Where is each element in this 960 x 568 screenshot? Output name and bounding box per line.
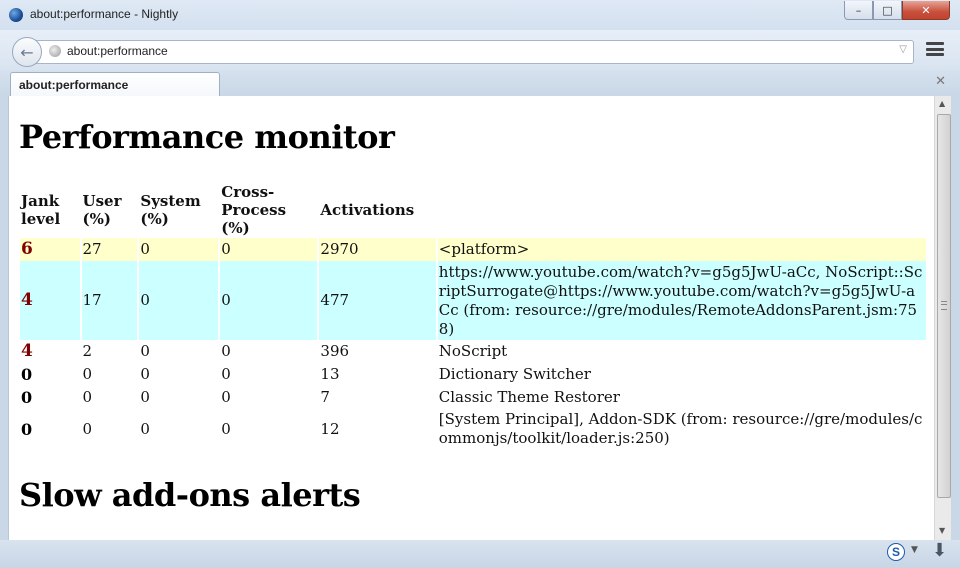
page-icon: [49, 45, 61, 57]
table-row: 4 2 0 0 396 NoScript: [20, 340, 926, 363]
noscript-dropdown-icon[interactable]: ▼: [911, 545, 918, 555]
header-jank: Jank level: [21, 192, 61, 228]
jank-cell: 4: [20, 261, 80, 340]
close-tab-icon[interactable]: ✕: [935, 74, 946, 89]
name-cell: Classic Theme Restorer: [438, 388, 620, 406]
page-title: Performance monitor: [19, 118, 395, 156]
tab-about-performance[interactable]: about:performance: [10, 72, 220, 97]
table-row: 4 17 0 0 477 https://www.youtube.com/wat…: [20, 261, 926, 340]
cross-cell: 0: [221, 365, 231, 383]
user-cell: 0: [82, 419, 93, 438]
cross-cell: 0: [220, 261, 318, 340]
activations-cell: 396: [320, 342, 350, 360]
system-cell: 0: [140, 342, 150, 360]
name-cell: <platform>: [437, 238, 926, 261]
user-cell: 2: [82, 342, 93, 360]
noscript-icon[interactable]: S: [887, 543, 905, 561]
user-cell: 17: [81, 261, 138, 340]
scrollbar-thumb[interactable]: [937, 114, 951, 498]
cross-cell: 0: [221, 419, 231, 438]
activations-cell: 2970: [319, 238, 436, 261]
table-row: 0 0 0 0 13 Dictionary Switcher: [20, 363, 926, 386]
name-cell: [System Principal], Addon-SDK (from: res…: [438, 410, 923, 447]
window-controls: – □ ✕: [844, 1, 950, 20]
alerts-title: Slow add-ons alerts: [19, 476, 361, 514]
system-cell: 0: [140, 419, 150, 438]
activations-cell: 12: [320, 419, 340, 438]
cross-cell: 0: [221, 342, 231, 360]
header-activations: Activations: [320, 201, 415, 219]
tab-label: about:performance: [19, 78, 129, 92]
system-cell: 0: [139, 238, 219, 261]
close-button[interactable]: ✕: [902, 1, 950, 20]
window-title: about:performance - Nightly: [30, 7, 179, 21]
back-arrow-icon: ←: [20, 42, 34, 62]
maximize-button[interactable]: □: [873, 1, 902, 20]
system-cell: 0: [140, 365, 150, 383]
jank-cell: 4: [21, 341, 33, 361]
vertical-scrollbar[interactable]: ▲ ▼: [934, 96, 952, 540]
url-text[interactable]: about:performance: [67, 44, 168, 58]
name-cell: Dictionary Switcher: [438, 365, 591, 383]
cross-cell: 0: [221, 388, 231, 406]
header-user: User (%): [82, 192, 122, 228]
title-bar: about:performance - Nightly – □ ✕: [0, 0, 960, 30]
jank-cell: 6: [20, 238, 80, 261]
nightly-globe-icon: [9, 8, 23, 22]
url-bar[interactable]: about:performance ▽: [34, 40, 914, 64]
header-cross-process: Cross-Process (%): [221, 183, 287, 237]
page-content: Performance monitor Jank level User (%) …: [8, 96, 935, 540]
hamburger-menu-icon[interactable]: [926, 42, 944, 56]
status-bar: S ▼ ⬇: [0, 540, 960, 568]
scroll-up-icon[interactable]: ▲: [939, 99, 945, 108]
back-button[interactable]: ←: [12, 37, 42, 67]
download-icon[interactable]: ⬇: [932, 540, 947, 561]
scroll-down-icon[interactable]: ▼: [939, 526, 945, 535]
performance-table: Jank level User (%) System (%) Cross-Pro…: [18, 182, 928, 449]
table-row: 6 27 0 0 2970 <platform>: [20, 238, 926, 261]
name-cell: NoScript: [438, 342, 508, 360]
window-frame: [951, 96, 960, 540]
activations-cell: 7: [320, 388, 330, 406]
tab-strip: about:performance: [0, 70, 960, 97]
name-cell: https://www.youtube.com/watch?v=g5g5JwU-…: [437, 261, 926, 340]
activations-cell: 13: [320, 365, 340, 383]
history-dropdown-icon[interactable]: ▽: [899, 44, 907, 55]
table-header-row: Jank level User (%) System (%) Cross-Pro…: [20, 182, 926, 238]
table-row: 0 0 0 0 12 [System Principal], Addon-SDK…: [20, 409, 926, 449]
header-system: System (%): [140, 192, 201, 228]
user-cell: 0: [82, 365, 93, 383]
user-cell: 0: [82, 388, 93, 406]
user-cell: 27: [81, 238, 138, 261]
jank-cell: 0: [21, 365, 33, 384]
cross-cell: 0: [220, 238, 318, 261]
jank-cell: 0: [21, 419, 33, 439]
system-cell: 0: [140, 388, 150, 406]
activations-cell: 477: [319, 261, 436, 340]
system-cell: 0: [139, 261, 219, 340]
header-name: [438, 182, 926, 238]
table-row: 0 0 0 0 7 Classic Theme Restorer: [20, 386, 926, 409]
jank-cell: 0: [21, 388, 33, 407]
navigation-bar: about:performance ▽ ←: [0, 30, 960, 70]
minimize-button[interactable]: –: [844, 1, 873, 20]
